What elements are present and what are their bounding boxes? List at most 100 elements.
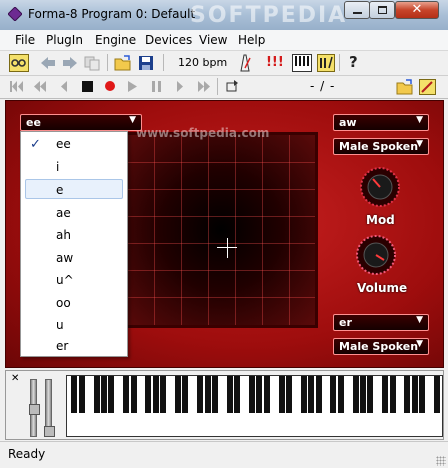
mod-knob[interactable] (360, 167, 400, 207)
step-forward-icon[interactable] (176, 81, 184, 92)
black-key[interactable] (263, 376, 270, 413)
arrow-left-icon[interactable] (40, 55, 56, 71)
black-key[interactable] (108, 376, 115, 413)
chevron-down-icon: ▼ (416, 315, 423, 325)
black-key[interactable] (204, 376, 211, 413)
vowel-select-bottom-right[interactable]: er ▼ (333, 314, 429, 331)
black-key[interactable] (419, 376, 426, 413)
rewind-icon[interactable] (34, 81, 46, 92)
voice-select-bottom[interactable]: Male Spoken ▼ (333, 338, 429, 355)
keyboard-toggle-icon[interactable] (292, 54, 312, 72)
black-key[interactable] (411, 376, 418, 413)
formant-xy-pad[interactable] (124, 132, 318, 328)
edit-settings-icon[interactable] (419, 79, 436, 95)
black-key[interactable] (212, 376, 218, 413)
step-back-icon[interactable] (60, 81, 68, 92)
black-key[interactable] (352, 376, 359, 413)
black-key[interactable] (249, 376, 255, 413)
menu-view[interactable]: View (199, 33, 227, 47)
vowel-option-er[interactable]: er (21, 336, 127, 358)
black-key[interactable] (256, 376, 263, 413)
vowel-option-u-hat[interactable]: u^ (21, 270, 127, 292)
menu-devices[interactable]: Devices (145, 33, 192, 47)
open-folder-icon[interactable] (396, 79, 413, 95)
black-key[interactable] (145, 376, 152, 413)
black-key[interactable] (367, 376, 374, 413)
vowel-option-ah[interactable]: ah (21, 225, 127, 247)
metronome-icon[interactable] (237, 54, 253, 72)
tempo-display[interactable]: 120 bpm (178, 56, 227, 69)
save-disk-icon[interactable] (138, 55, 154, 71)
menu-engine[interactable]: Engine (95, 33, 136, 47)
menu-plugin[interactable]: PlugIn (46, 33, 83, 47)
black-key[interactable] (226, 376, 233, 413)
black-key[interactable] (123, 376, 130, 413)
vowel-select-top-left[interactable]: ee ▼ (20, 114, 142, 131)
black-key[interactable] (278, 376, 285, 413)
black-key[interactable] (337, 376, 344, 413)
black-key[interactable] (197, 376, 204, 413)
black-key[interactable] (286, 376, 292, 413)
black-key[interactable] (160, 376, 167, 413)
help-question-icon[interactable]: ? (349, 53, 358, 71)
grid-line (127, 270, 315, 271)
arrow-right-icon[interactable] (62, 55, 78, 71)
title-bar[interactable]: Forma-8 Program 0: Default SOFTPEDIA ✕ (0, 0, 448, 31)
watermark-text: SOFTPEDIA (190, 3, 348, 28)
pause-icon[interactable] (152, 81, 161, 92)
black-key[interactable] (182, 376, 189, 413)
mod-wheel-thumb[interactable] (44, 426, 55, 437)
black-key[interactable] (330, 376, 337, 413)
vowel-option-e[interactable]: e (21, 180, 127, 202)
close-button[interactable]: ✕ (395, 1, 439, 19)
black-key[interactable] (78, 376, 85, 413)
black-key[interactable] (93, 376, 100, 413)
open-folder-icon[interactable] (114, 55, 131, 71)
black-key[interactable] (434, 376, 440, 413)
close-keyboard-icon[interactable]: ✕ (11, 373, 19, 384)
pitch-wheel-thumb[interactable] (29, 404, 40, 415)
menu-file[interactable]: File (15, 33, 35, 47)
play-icon[interactable] (128, 81, 137, 92)
midi-learn-icon[interactable] (317, 54, 335, 72)
maximize-button[interactable] (369, 1, 395, 19)
panic-alert-button[interactable]: !!! (266, 55, 284, 70)
black-key[interactable] (360, 376, 366, 413)
black-key[interactable] (300, 376, 307, 413)
black-key[interactable] (71, 376, 78, 413)
stop-icon[interactable] (82, 81, 93, 92)
black-key[interactable] (130, 376, 137, 413)
voice-select-top[interactable]: Male Spoken ▼ (333, 138, 429, 155)
grid-line (127, 189, 315, 190)
plugin-chain-icon[interactable] (9, 54, 29, 72)
loop-toggle-icon[interactable] (225, 80, 239, 93)
fast-forward-icon[interactable] (198, 81, 210, 92)
minimize-button[interactable] (344, 1, 370, 19)
record-icon[interactable] (104, 80, 116, 92)
vowel-option-ee[interactable]: ✓ ee (21, 134, 127, 156)
vowel-select-top-right[interactable]: aw ▼ (333, 114, 429, 131)
vowel-option-aw[interactable]: aw (21, 248, 127, 270)
vowel-option-i[interactable]: i (21, 157, 127, 179)
vowel-option-oo[interactable]: oo (21, 293, 127, 315)
copy-icon[interactable] (84, 55, 100, 71)
black-key[interactable] (308, 376, 315, 413)
black-key[interactable] (101, 376, 107, 413)
vowel-option-u[interactable]: u (21, 315, 127, 337)
black-key[interactable] (152, 376, 159, 413)
black-key[interactable] (382, 376, 389, 413)
menu-help[interactable]: Help (238, 33, 265, 47)
volume-knob[interactable] (356, 235, 396, 275)
vowel-select-value: aw (339, 116, 357, 129)
piano-keyboard[interactable] (66, 375, 443, 437)
pitch-wheel[interactable] (29, 379, 40, 437)
resize-grip-icon[interactable] (436, 456, 446, 466)
vowel-option-ae[interactable]: ae (21, 203, 127, 225)
black-key[interactable] (234, 376, 241, 413)
black-key[interactable] (404, 376, 411, 413)
black-key[interactable] (315, 376, 322, 413)
mod-wheel[interactable] (44, 379, 55, 437)
black-key[interactable] (175, 376, 181, 413)
black-key[interactable] (389, 376, 396, 413)
skip-to-start-icon[interactable] (10, 81, 24, 92)
